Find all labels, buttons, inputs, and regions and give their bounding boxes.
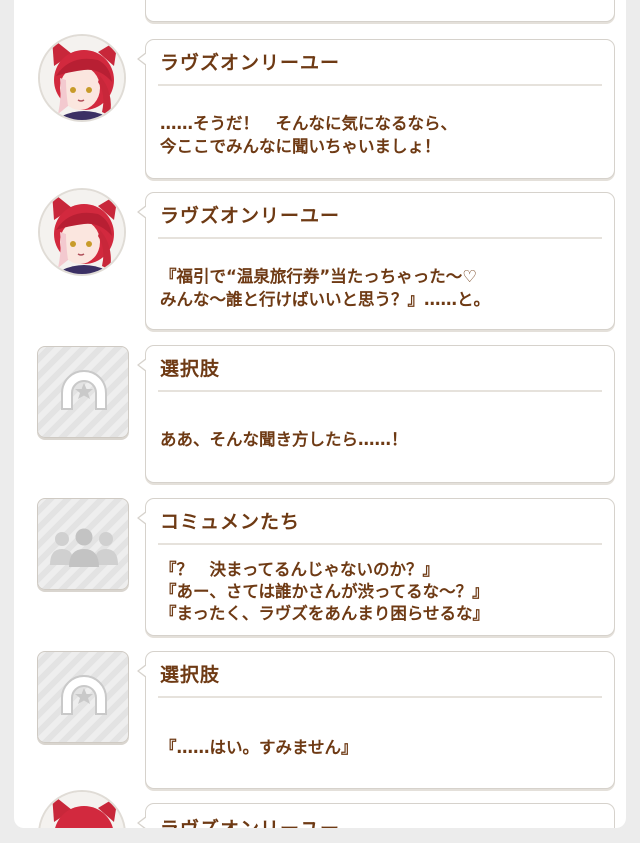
- message-text: 『……はい。すみません』: [160, 738, 358, 757]
- avatar: [38, 790, 126, 828]
- character-portrait-icon: [40, 190, 124, 274]
- speaker-name: ラヴズオンリーユー: [160, 814, 340, 828]
- speaker-name: 選択肢: [160, 664, 221, 686]
- speaker-name: 選択肢: [160, 358, 221, 380]
- message-text: 『？ 決まってるんじゃないのか？』 『あー、さては誰かさんが渋ってるな～？』 『…: [160, 560, 490, 623]
- speaker-name: コミュメンたち: [160, 511, 301, 533]
- group-icon: [50, 528, 118, 567]
- avatar: [37, 498, 129, 590]
- message-bubble-partial-top: [145, 0, 615, 22]
- speaker-name: ラヴズオンリーユー: [160, 52, 341, 74]
- message-bubble: 選択肢 ああ、そんな聞き方したら……！: [137, 345, 615, 483]
- character-portrait-icon: [40, 36, 124, 120]
- avatar: [37, 346, 129, 438]
- divider: [158, 543, 602, 545]
- horseshoe-icon: [61, 370, 107, 410]
- divider: [158, 696, 602, 698]
- message-bubble: ラヴズオンリーユー 『福引で“温泉旅行券”当たっちゃった～♡ みんな～誰と行けば…: [137, 192, 615, 330]
- message-text: ああ、そんな聞き方したら……！: [160, 430, 408, 449]
- avatar: [38, 188, 126, 276]
- message-text: 『福引で“温泉旅行券”当たっちゃった～♡ みんな～誰と行けばいいと思う？』……と…: [160, 267, 490, 309]
- divider: [158, 84, 602, 86]
- avatar: [38, 34, 126, 122]
- speaker-name: ラヴズオンリーユー: [160, 205, 341, 227]
- avatar: [37, 651, 129, 743]
- message-bubble: 選択肢 『……はい。すみません』: [137, 651, 615, 789]
- message-text: ……そうだ！ そんなに気になるなら、 今ここでみんなに聞いちゃいましょ！: [160, 114, 457, 156]
- message-bubble-partial-bottom: ラヴズオンリーユー: [137, 803, 615, 828]
- message-bubble: コミュメンたち 『？ 決まってるんじゃないのか？』 『あー、さては誰かさんが渋っ…: [137, 498, 615, 636]
- message-bubble: ラヴズオンリーユー ……そうだ！ そんなに気になるなら、 今ここでみんなに聞いち…: [137, 39, 615, 179]
- divider: [158, 237, 602, 239]
- chat-log-panel[interactable]: ラヴズオンリーユー ……そうだ！ そんなに気になるなら、 今ここでみんなに聞いち…: [14, 0, 626, 828]
- divider: [158, 390, 602, 392]
- character-portrait-icon: [40, 792, 124, 828]
- horseshoe-icon: [61, 675, 107, 715]
